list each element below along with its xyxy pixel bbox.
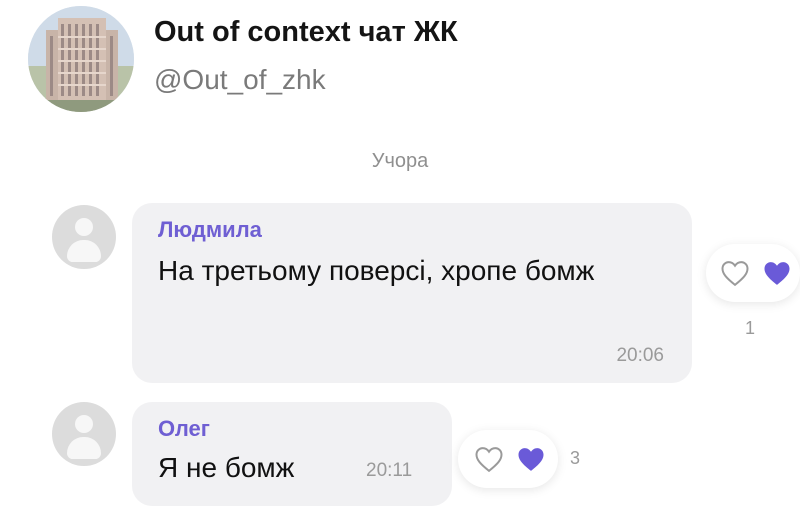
user-avatar-icon[interactable] — [52, 402, 116, 466]
heart-filled-icon[interactable] — [762, 259, 792, 287]
heart-outline-icon[interactable] — [474, 445, 504, 473]
channel-title: Out of context чат ЖК — [154, 16, 458, 48]
message-bubble[interactable]: Олег Я не бомж 20:11 — [132, 402, 452, 506]
sender-name[interactable]: Людмила — [158, 217, 262, 243]
message-text: Я не бомж — [158, 452, 295, 483]
channel-handle[interactable]: @Out_of_zhk — [154, 64, 326, 96]
reactions-bar — [706, 244, 800, 302]
reaction-count: 1 — [745, 318, 756, 338]
message-time: 20:11 — [366, 460, 413, 481]
channel-header: Out of context чат ЖК @Out_of_zhk — [28, 6, 728, 116]
building-photo — [28, 6, 134, 112]
message-text: На третьому поверсі, хропе бомж — [158, 255, 595, 286]
message-bubble[interactable]: Людмила На третьому поверсі, хропе бомж … — [132, 203, 692, 383]
sender-name[interactable]: Олег — [158, 416, 210, 442]
reactions-bar — [458, 430, 558, 488]
heart-outline-icon[interactable] — [720, 259, 750, 287]
channel-avatar[interactable] — [28, 6, 134, 112]
reaction-count: 3 — [570, 448, 581, 468]
date-separator: Учора — [371, 150, 429, 172]
user-avatar-icon[interactable] — [52, 205, 116, 269]
heart-filled-icon[interactable] — [516, 445, 546, 473]
message-time: 20:06 — [616, 345, 664, 366]
